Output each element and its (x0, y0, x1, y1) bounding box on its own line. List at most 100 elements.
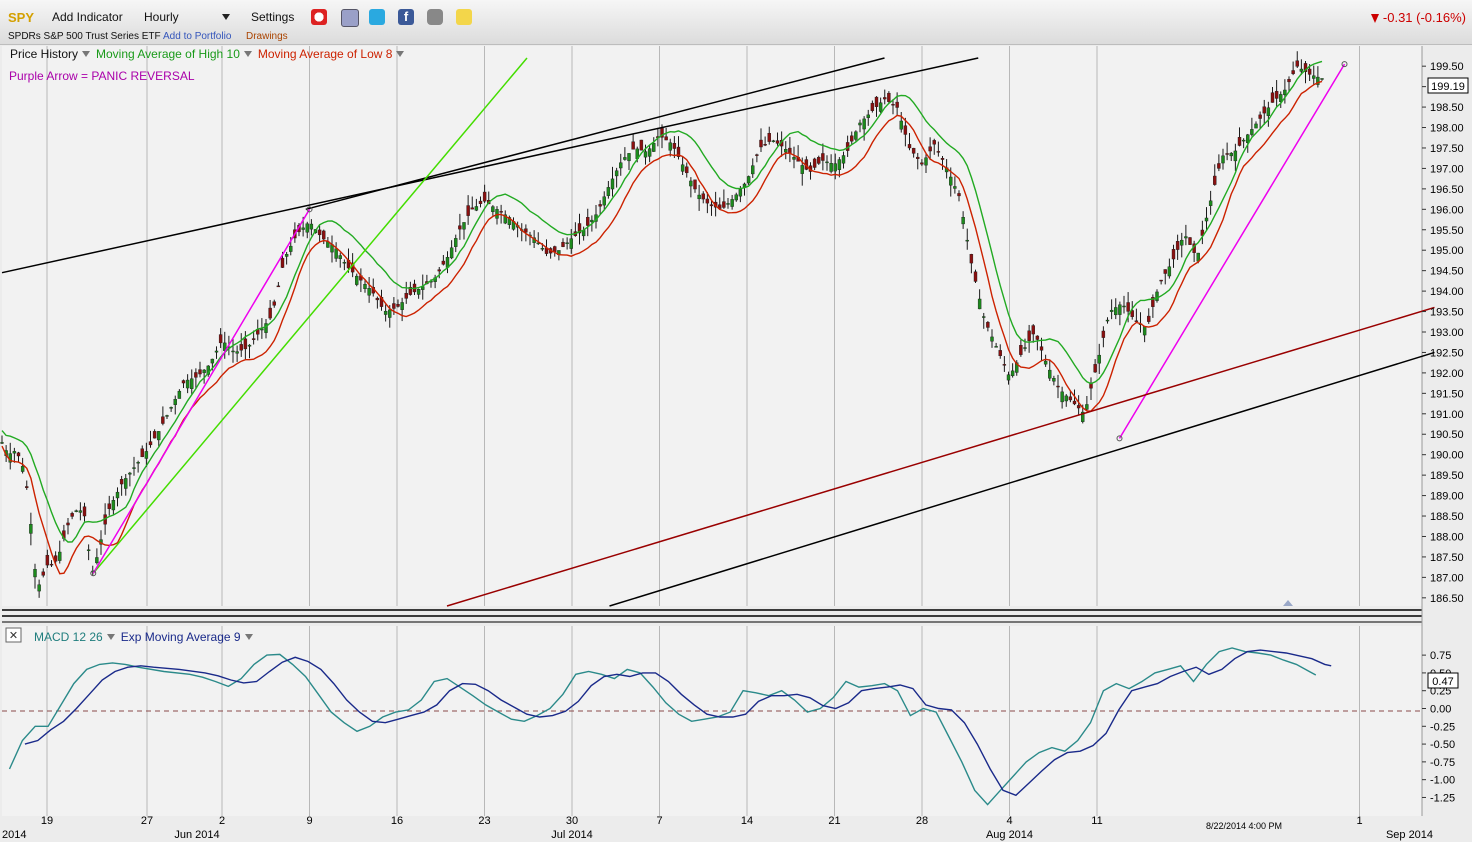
y-tick-label: 194.00 (1430, 286, 1464, 298)
candle-body (144, 451, 149, 459)
y-tick-label: 198.00 (1430, 123, 1464, 135)
candle-body (619, 162, 623, 169)
candle-body (198, 369, 202, 375)
y-tick-label: 198.50 (1430, 102, 1464, 114)
y-tick-label: 191.50 (1430, 388, 1464, 400)
x-tick-label: 9 (306, 815, 312, 827)
y-tick-label: 192.00 (1430, 368, 1464, 380)
candle-body (891, 104, 895, 106)
chevron-down-icon[interactable] (243, 51, 252, 58)
month-label: Sep 2014 (1386, 829, 1433, 841)
candle-body (623, 157, 627, 160)
last-macd-label: 0.47 (1432, 676, 1453, 688)
candle-body (70, 513, 74, 517)
candle-body (388, 309, 392, 318)
candle-body (416, 289, 421, 295)
candle-body (301, 227, 305, 230)
candle-body (800, 165, 804, 174)
candle-body (268, 307, 272, 319)
legend-price-history[interactable]: Price History (10, 47, 78, 61)
candle-body (218, 334, 223, 344)
legend-signal[interactable]: Exp Moving Average 9 (121, 630, 241, 644)
candle-body (854, 131, 858, 140)
macd-panel-bg (2, 626, 1422, 816)
candle-body (899, 120, 903, 130)
chevron-down-icon[interactable] (82, 51, 91, 58)
y-tick-label: 194.50 (1430, 266, 1464, 278)
chevron-down-icon[interactable] (106, 634, 115, 641)
candle-body (957, 193, 961, 197)
candle-body (25, 486, 29, 488)
candle-body (1188, 237, 1192, 245)
candle-body (499, 211, 503, 213)
candle-body (680, 164, 685, 172)
candle-body (1134, 320, 1139, 322)
candle-body (994, 346, 998, 348)
candle-body (1010, 370, 1015, 377)
timestamp-label: 8/22/2014 4:00 PM (1206, 821, 1282, 831)
candle-body (1142, 326, 1147, 336)
y-tick-label: 189.00 (1430, 491, 1464, 503)
candle-body (58, 551, 62, 561)
candle-body (767, 133, 771, 142)
candle-body (375, 297, 380, 301)
candle-body (614, 170, 619, 177)
candle-body (837, 159, 842, 170)
candle-body (821, 153, 825, 161)
candle-body (610, 178, 615, 190)
candle-body (1250, 129, 1254, 135)
candle-body (1274, 90, 1279, 99)
macd-legend: MACD 12 26 Exp Moving Average 9 (34, 630, 259, 644)
x-tick-label: 21 (828, 815, 840, 827)
candle-body (693, 179, 697, 190)
candle-body (883, 97, 887, 100)
candle-body (689, 180, 693, 187)
candle-body (1109, 309, 1114, 312)
candle-body (1299, 68, 1304, 72)
candle-body (590, 219, 594, 223)
legend-ma-high[interactable]: Moving Average of High 10 (96, 47, 240, 61)
candle-body (1213, 175, 1217, 185)
y-tick-label: 187.50 (1430, 552, 1464, 564)
chevron-down-icon[interactable] (244, 634, 253, 641)
y-tick-label: 197.50 (1430, 143, 1464, 155)
candle-body (239, 344, 243, 351)
candle-body (317, 229, 322, 236)
candle-body (1283, 89, 1287, 96)
legend-macd[interactable]: MACD 12 26 (34, 630, 103, 644)
candle-body (33, 568, 37, 578)
candle-body (982, 316, 986, 318)
candle-body (169, 407, 173, 409)
candle-body (466, 205, 470, 216)
y-tick-label: 190.00 (1430, 450, 1464, 462)
candle-body (482, 191, 487, 202)
candle-body (1279, 94, 1283, 102)
x-tick-label: 14 (741, 815, 753, 827)
y-tick-label: 193.00 (1430, 327, 1464, 339)
candle-body (936, 151, 941, 153)
candle-body (1002, 364, 1007, 366)
candle-body (606, 187, 611, 196)
candle-body (784, 148, 788, 153)
x-tick-label: 16 (391, 815, 403, 827)
close-icon[interactable]: ✕ (9, 630, 18, 642)
y-tick-label: 0.75 (1430, 650, 1451, 662)
candle-body (280, 257, 285, 268)
candle-body (214, 350, 219, 353)
candle-body (812, 158, 817, 168)
candle-body (1225, 153, 1229, 155)
candle-body (586, 217, 590, 226)
y-tick-label: 195.50 (1430, 225, 1464, 237)
chevron-down-icon[interactable] (396, 51, 405, 58)
annotation-text: Purple Arrow = PANIC REVERSAL (9, 69, 195, 83)
candle-body (825, 161, 829, 164)
candle-body (1204, 217, 1209, 222)
candle-body (173, 399, 177, 405)
candle-body (1184, 236, 1188, 239)
candle-body (1101, 330, 1106, 338)
y-tick-label: 193.50 (1430, 307, 1464, 319)
candle-body (920, 162, 924, 165)
legend-ma-low[interactable]: Moving Average of Low 8 (258, 47, 393, 61)
candle-body (392, 303, 396, 309)
candle-body (367, 288, 371, 296)
